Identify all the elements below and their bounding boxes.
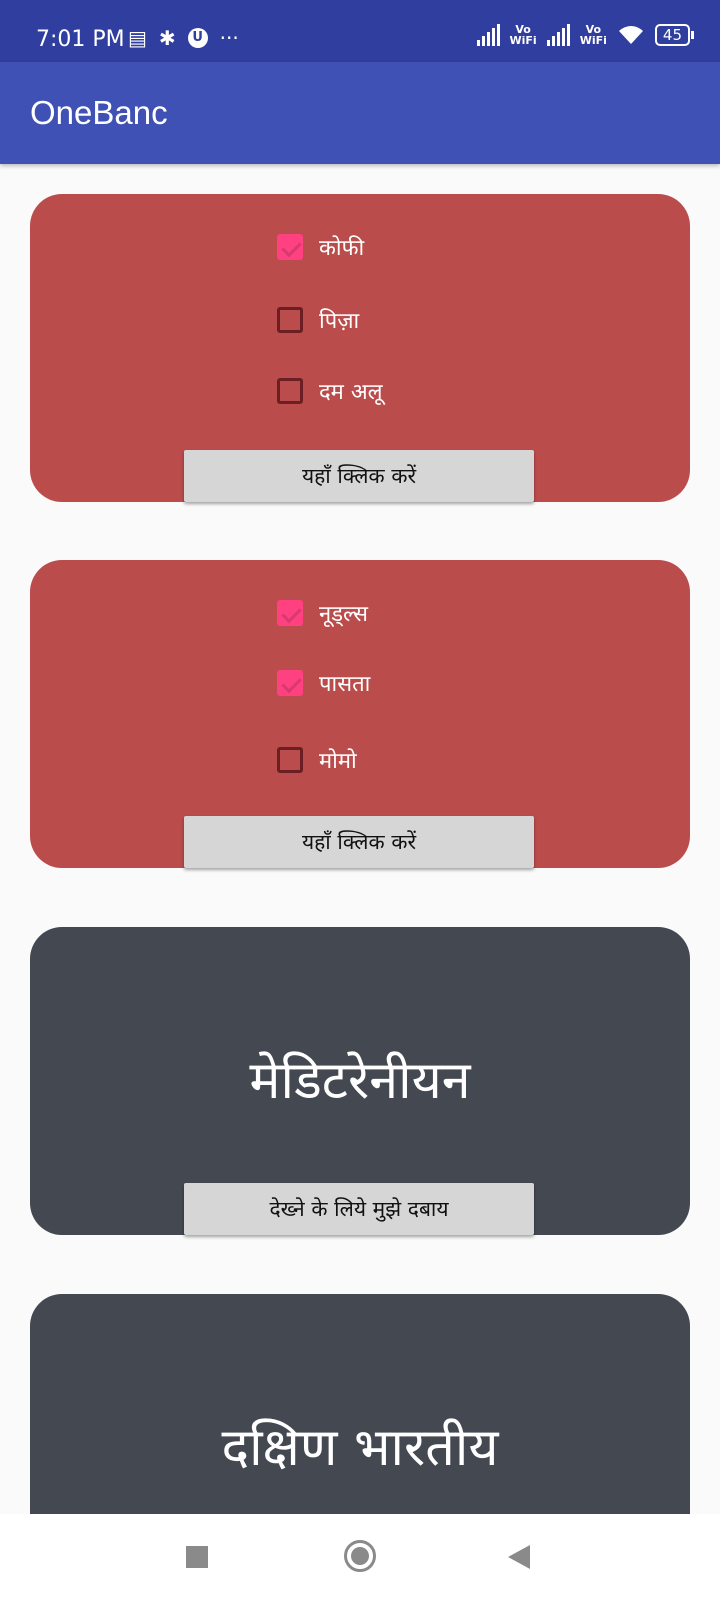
signal-icon — [476, 24, 500, 46]
checkbox[interactable] — [277, 600, 303, 626]
more-dots-icon: ··· — [219, 26, 239, 50]
checkbox[interactable] — [277, 307, 303, 333]
checkbox-item-momo[interactable]: मोमो — [277, 745, 357, 775]
home-circle-icon[interactable] — [344, 1540, 376, 1572]
checkbox-item-pizza[interactable]: पिज़ा — [277, 305, 359, 335]
checkbox-item-dum-aloo[interactable]: दम अलू — [277, 376, 383, 406]
checkbox[interactable] — [277, 747, 303, 773]
checkbox-item-coffee[interactable]: कोफी — [277, 232, 364, 262]
notes-icon: ▤ — [128, 26, 147, 50]
navigation-bar — [0, 1514, 720, 1600]
status-bar: 7:01 PM ▤ ✱ U ··· Vo WiFi Vo WiFi 45 — [0, 0, 720, 62]
status-time: 7:01 PM — [36, 27, 125, 52]
click-here-button[interactable]: यहाँ क्लिक करें — [184, 450, 534, 502]
app-bar: OneBanc — [0, 62, 720, 164]
back-triangle-icon[interactable] — [508, 1545, 530, 1569]
signal-icon-2 — [546, 24, 570, 46]
checkbox-item-noodles[interactable]: नूड्ल्स — [277, 598, 368, 628]
cuisine-title: दक्षिण भारतीय — [221, 1418, 499, 1478]
checkbox[interactable] — [277, 670, 303, 696]
checkbox-label: पासता — [319, 672, 371, 697]
recents-square-icon[interactable] — [186, 1546, 208, 1568]
checkbox-label: मोमो — [319, 749, 357, 774]
wifi-icon — [618, 26, 643, 44]
checkbox-label: नूड्ल्स — [319, 602, 369, 627]
checkbox[interactable] — [277, 234, 303, 260]
checkbox-label: कोफी — [319, 236, 365, 261]
app-title: OneBanc — [30, 94, 168, 131]
food-card-1: कोफी पिज़ा दम अलू यहाँ क्लिक करें — [30, 194, 690, 502]
click-here-button[interactable]: यहाँ क्लिक करें — [184, 816, 534, 868]
u-badge-icon: U — [187, 28, 208, 48]
checkbox-label: दम अलू — [319, 380, 383, 405]
view-button[interactable]: देख्ने के लिये मुझे दबाय — [184, 1183, 534, 1235]
checkbox[interactable] — [277, 378, 303, 404]
cuisine-title: मेडिटरेनीयन — [249, 1051, 471, 1111]
checkbox-label: पिज़ा — [319, 309, 360, 334]
food-card-2: नूड्ल्स पासता मोमो यहाँ क्लिक करें — [30, 560, 690, 868]
battery-icon: 45 — [654, 24, 695, 46]
usb-debug-icon: ✱ — [158, 26, 176, 50]
vowifi-icon: Vo WiFi — [509, 23, 537, 47]
vowifi-icon-2: Vo WiFi — [579, 23, 607, 47]
checkbox-item-pasta[interactable]: पासता — [277, 668, 370, 698]
cuisine-card-mediterranean: मेडिटरेनीयन देख्ने के लिये मुझे दबाय — [30, 927, 690, 1235]
